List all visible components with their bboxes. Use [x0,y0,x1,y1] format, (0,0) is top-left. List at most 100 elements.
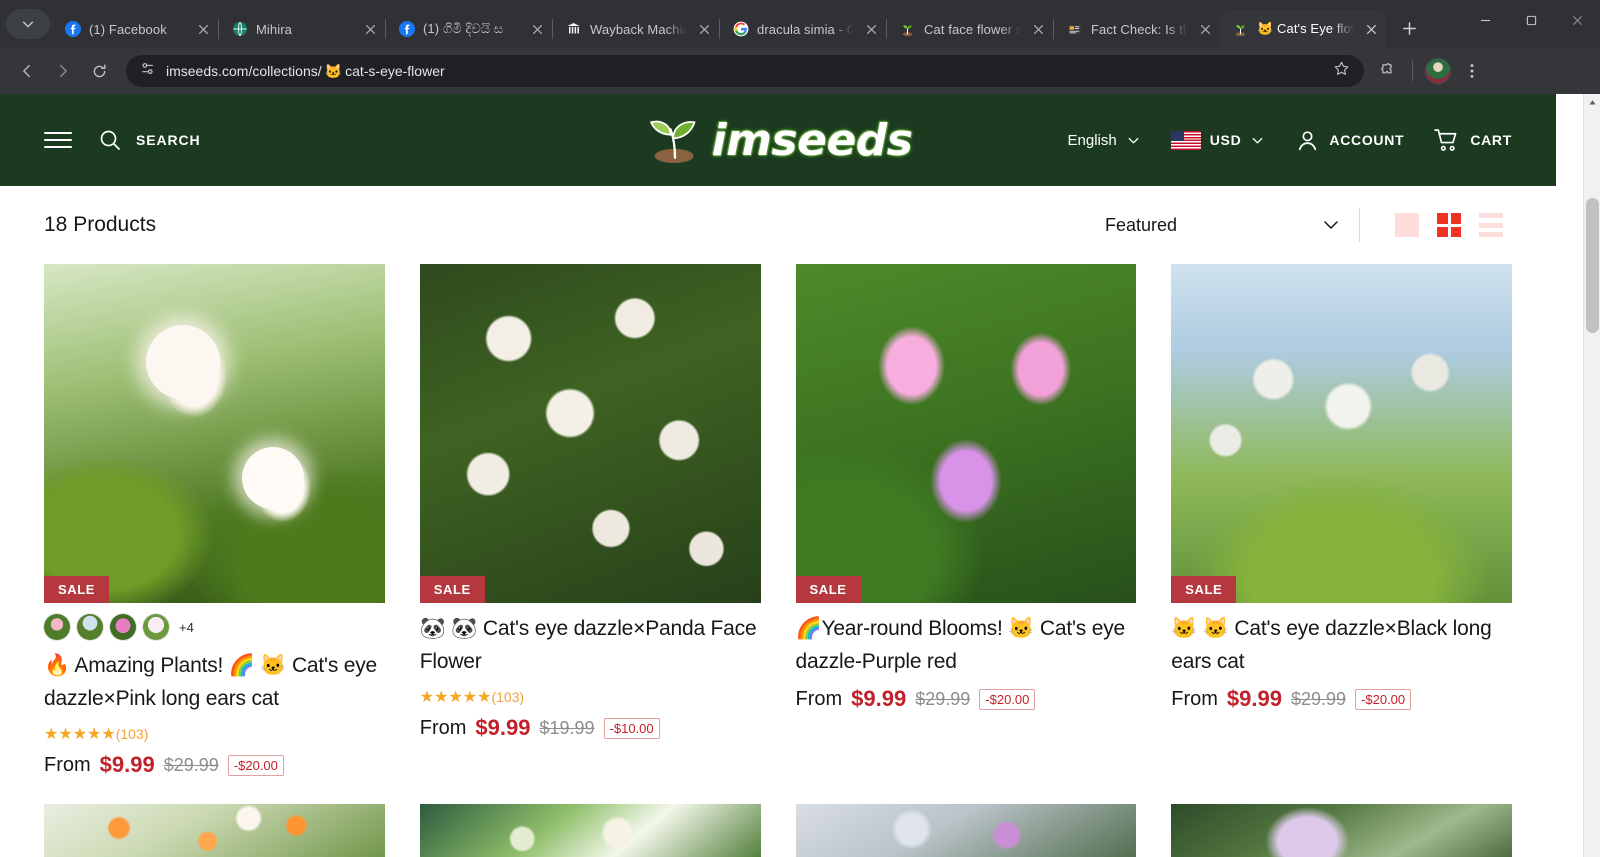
sale-badge: SALE [419,576,485,603]
tab-strip: (1) Facebook Mihira (1) ගිමී දිවයි ස Way… [0,0,1600,48]
view-toggle-group [1386,208,1512,242]
product-price: $9.99 [1226,686,1282,712]
sort-by-dropdown[interactable]: Featured [1105,215,1349,236]
window-close-button[interactable] [1554,0,1600,40]
chevron-down-icon [1253,137,1263,143]
product-rating: ★★★★★ (103) [44,724,385,744]
view-list-button[interactable] [1470,208,1512,242]
search-icon [100,130,120,150]
scrollbar-thumb[interactable] [1586,198,1599,333]
product-image[interactable]: SALE [795,264,1137,603]
collection-toolbar: 18 Products Featured [0,186,1556,264]
search-button[interactable]: SEARCH [98,128,201,152]
browser-tab-dracula-simia[interactable]: dracula simia - G [720,10,886,48]
discount-badge: -$20.00 [979,688,1036,710]
compare-at-price: $19.99 [539,717,595,738]
product-image[interactable] [1171,804,1512,857]
variant-swatch[interactable] [44,614,70,640]
extensions-puzzle-icon[interactable] [1372,56,1402,86]
chevron-down-icon [22,21,34,28]
product-card[interactable] [419,804,761,857]
bookmark-star-icon[interactable] [1333,60,1350,82]
tab-close-button[interactable] [1029,20,1047,38]
product-card[interactable]: SALE 🌈Year-round Blooms! 🐱 Cat's eye daz… [795,264,1137,778]
three-dot-menu-icon[interactable] [1457,56,1487,86]
page-info-icon[interactable] [140,61,156,82]
hamburger-menu-icon[interactable] [44,132,72,148]
view-single-column-button[interactable] [1386,208,1428,242]
product-card[interactable] [44,804,385,857]
window-controls [1462,0,1600,48]
browser-tab-facebook-1[interactable]: (1) Facebook [52,10,218,48]
page-scrollbar[interactable] [1583,94,1600,857]
reload-button[interactable] [82,54,116,88]
product-title[interactable]: 🐱 🐱 Cat's eye dazzle×Black long ears cat [1171,613,1512,678]
product-card[interactable] [1171,804,1512,857]
variant-swatch[interactable] [143,614,169,640]
product-photo-black-long-ears-cat-flowers [1171,264,1512,603]
new-tab-button[interactable] [1392,11,1426,45]
tab-title: Wayback Machin [590,21,687,37]
tab-close-button[interactable] [1196,20,1214,38]
product-price-row: From $9.99 $29.99 -$20.00 [1171,686,1512,712]
facebook-icon [64,21,81,38]
product-image[interactable] [419,804,761,857]
product-image[interactable] [44,804,385,857]
address-bar[interactable]: imseeds.com/collections/🐱 cat-s-eye-flowe… [126,55,1364,87]
sale-badge: SALE [1171,576,1237,603]
back-button[interactable] [10,54,44,88]
star-rating-icon: ★★★★★ [44,726,116,744]
browser-tab-fact-check[interactable]: Fact Check: Is th [1054,10,1220,48]
browser-tab-mihira[interactable]: Mihira [219,10,385,48]
browser-tab-cat-face-flower[interactable]: Cat face flower s [887,10,1053,48]
profile-avatar[interactable] [1423,56,1453,86]
product-image[interactable]: SALE [44,264,385,603]
product-title[interactable]: 🔥 Amazing Plants! 🌈 🐱 Cat's eye dazzle×P… [44,650,385,715]
compare-at-price: $29.99 [1290,688,1347,709]
product-title[interactable]: 🐼 🐼 Cat's eye dazzle×Panda Face Flower [420,613,761,678]
product-image[interactable]: SALE [1171,264,1512,603]
scroll-up-arrow-icon[interactable] [1584,94,1600,111]
product-card[interactable]: SALE 🐼 🐼 Cat's eye dazzle×Panda Face Flo… [419,264,761,778]
variant-swatches: +4 [44,614,385,640]
browser-toolbar: imseeds.com/collections/🐱 cat-s-eye-flowe… [0,48,1600,94]
product-card[interactable]: SALE +4 🔥 Amazing Plants! 🌈 🐱 Cat's eye … [44,264,385,778]
variant-swatch[interactable] [77,614,103,640]
site-header: SEARCH imseeds English USD ACCOUNT CART [0,94,1556,186]
forward-button[interactable] [46,54,80,88]
tab-close-button[interactable] [361,20,379,38]
product-photo-purple-grey-flower [795,804,1137,857]
product-card[interactable] [795,804,1137,857]
tab-search-button[interactable] [6,9,50,39]
tab-title: (1) ගිමී දිවයි ස [423,21,504,36]
product-image[interactable]: SALE [419,264,761,603]
product-card[interactable]: SALE 🐱 🐱 Cat's eye dazzle×Black long ear… [1171,264,1512,778]
browser-tab-cats-eye-flower-active[interactable]: 🐱 Cat's Eye flow [1220,10,1386,48]
price-from-label: From [419,716,467,739]
browser-tab-facebook-2[interactable]: (1) ගිමී දිවයි ස [386,10,552,48]
compare-at-price: $29.99 [915,688,971,709]
tab-close-button[interactable] [528,20,546,38]
language-selector[interactable]: English [1068,132,1141,149]
product-image[interactable] [795,804,1137,857]
toolbar-right-actions [1372,56,1487,86]
tab-close-button[interactable] [862,20,880,38]
chevron-down-icon [1324,221,1338,229]
window-maximize-button[interactable] [1508,0,1554,40]
account-link[interactable]: ACCOUNT [1295,128,1404,153]
window-minimize-button[interactable] [1462,0,1508,40]
view-grid-button[interactable] [1428,208,1470,242]
tab-close-button[interactable] [695,20,713,38]
discount-badge: -$20.00 [1355,688,1412,710]
currency-selector[interactable]: USD [1170,130,1266,150]
product-price: $9.99 [99,752,155,778]
tab-close-button[interactable] [1362,20,1380,38]
variant-swatch[interactable] [110,614,136,640]
tab-title: (1) Facebook [89,21,167,37]
sort-by-value: Featured [1105,214,1178,235]
cart-link[interactable]: CART [1434,128,1512,153]
product-title[interactable]: 🌈Year-round Blooms! 🐱 Cat's eye dazzle-P… [796,613,1137,678]
browser-tab-wayback-machine[interactable]: Wayback Machin [553,10,719,48]
seedling-logo-icon [649,120,696,164]
tab-close-button[interactable] [194,20,212,38]
